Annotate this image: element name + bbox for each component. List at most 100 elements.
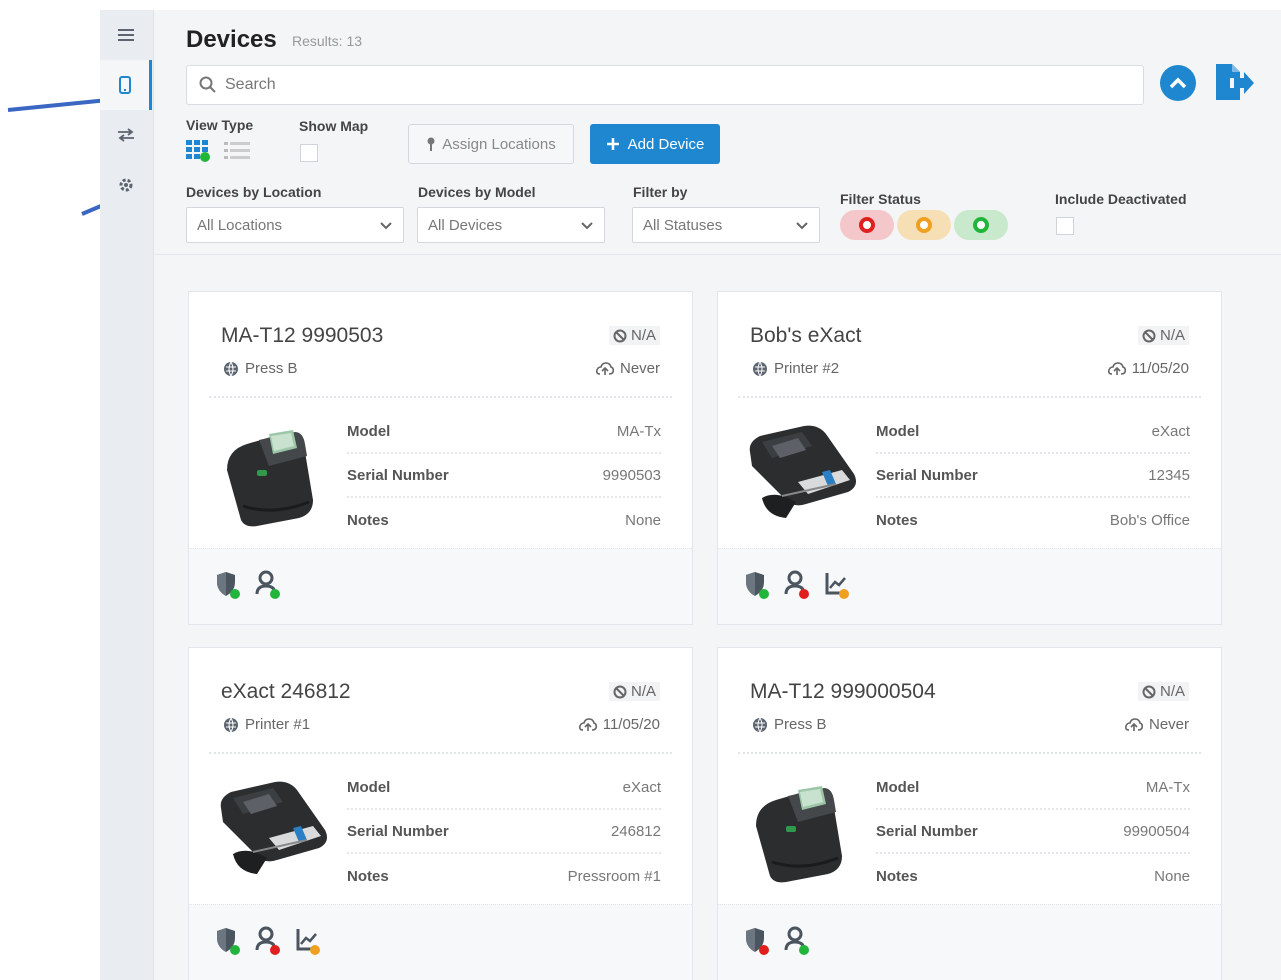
blocked-icon: [613, 685, 627, 698]
shield-icon[interactable]: [215, 569, 241, 599]
last-sync: Never: [1124, 716, 1189, 733]
sidebar-item-transfer[interactable]: [100, 110, 152, 160]
location-text: Press B: [245, 360, 298, 377]
chart-icon[interactable]: [295, 925, 321, 955]
property-label: Model: [347, 778, 391, 796]
sidebar-item-settings[interactable]: [100, 160, 152, 210]
include-deactivated-checkbox[interactable]: [1056, 217, 1074, 235]
user-icon[interactable]: [784, 569, 810, 599]
property-row-notes: Notes None: [347, 498, 661, 542]
property-label: Serial Number: [347, 822, 449, 840]
property-row-model: Model MA-Tx: [876, 766, 1190, 810]
filter-status-label: Filter Status: [840, 191, 921, 207]
device-name[interactable]: Bob's eXact: [750, 324, 861, 348]
property-label: Notes: [876, 511, 918, 529]
status-filter-orange[interactable]: [897, 210, 951, 240]
device-name[interactable]: MA-T12 999000504: [750, 680, 936, 704]
user-icon[interactable]: [784, 925, 810, 955]
chevron-up-icon: [1169, 77, 1187, 89]
status-filter-green[interactable]: [954, 210, 1008, 240]
page-title: Devices: [186, 26, 277, 53]
serial-value: 99900504: [1123, 822, 1190, 840]
add-device-button[interactable]: Add Device: [590, 124, 720, 164]
search-input[interactable]: [225, 76, 1125, 94]
property-label: Model: [347, 422, 391, 440]
scroll-up-button[interactable]: [1160, 65, 1196, 101]
shield-icon[interactable]: [215, 925, 241, 955]
property-label: Notes: [876, 867, 918, 885]
shield-icon[interactable]: [744, 569, 770, 599]
location-text: Printer #2: [774, 360, 840, 377]
serial-value: 12345: [1148, 466, 1190, 484]
status-badge: N/A: [1137, 326, 1189, 345]
property-label: Notes: [347, 511, 389, 529]
device-location: Printer #1: [223, 716, 310, 733]
show-map-checkbox[interactable]: [300, 144, 318, 162]
status-select-value: All Statuses: [643, 216, 723, 234]
status-select[interactable]: All Statuses: [632, 207, 820, 243]
globe-icon: [224, 717, 238, 732]
add-device-label: Add Device: [627, 135, 705, 153]
device-card[interactable]: MA-T12 9990503 N/A Press B Never Model M…: [188, 291, 693, 625]
status-badge: N/A: [608, 682, 660, 701]
globe-icon: [224, 361, 238, 376]
notes-value: Bob's Office: [1109, 511, 1190, 529]
blocked-icon: [1142, 329, 1156, 342]
device-properties: Model eXact Serial Number 246812 Notes P…: [347, 766, 661, 898]
user-icon[interactable]: [255, 925, 281, 955]
device-name[interactable]: eXact 246812: [221, 680, 351, 704]
model-select[interactable]: All Devices: [417, 207, 605, 243]
globe-icon: [753, 717, 767, 732]
property-label: Model: [876, 778, 920, 796]
notes-value: Pressroom #1: [567, 867, 661, 885]
device-name[interactable]: MA-T12 9990503: [221, 324, 383, 348]
model-value: MA-Tx: [616, 422, 661, 440]
show-map-label: Show Map: [299, 118, 369, 134]
device-properties: Model eXact Serial Number 12345 Notes Bo…: [876, 410, 1190, 542]
status-badge: N/A: [1137, 682, 1189, 701]
divider: [209, 396, 672, 398]
search-bar[interactable]: [186, 65, 1144, 105]
list-view-icon[interactable]: [224, 140, 250, 162]
user-icon[interactable]: [255, 569, 281, 599]
sidebar-item-devices[interactable]: [100, 60, 152, 110]
model-select-value: All Devices: [428, 216, 503, 234]
device-properties: Model MA-Tx Serial Number 9990503 Notes …: [347, 410, 661, 542]
assign-locations-button[interactable]: Assign Locations: [408, 124, 574, 164]
filter-by-label: Filter by: [633, 184, 688, 200]
device-icon: [118, 76, 131, 94]
chevron-down-icon: [581, 222, 593, 230]
location-select[interactable]: All Locations: [186, 207, 404, 243]
device-properties: Model MA-Tx Serial Number 99900504 Notes…: [876, 766, 1190, 898]
transfer-icon: [118, 128, 134, 142]
location-text: Printer #1: [245, 716, 311, 733]
sync-text: Never: [1148, 716, 1189, 733]
property-row-model: Model eXact: [876, 410, 1190, 454]
status-text: N/A: [630, 327, 656, 344]
device-card[interactable]: MA-T12 999000504 N/A Press B Never Model…: [717, 647, 1222, 980]
status-text: N/A: [630, 683, 656, 700]
menu-icon[interactable]: [100, 10, 152, 60]
device-card[interactable]: Bob's eXact N/A Printer #2 11/05/20 Mode…: [717, 291, 1222, 625]
property-label: Serial Number: [876, 466, 978, 484]
property-row-serial: Serial Number 246812: [347, 810, 661, 854]
assign-locations-label: Assign Locations: [442, 135, 556, 153]
gear-icon: [119, 178, 133, 192]
device-card[interactable]: eXact 246812 N/A Printer #1 11/05/20 Mod…: [188, 647, 693, 980]
status-filter-red[interactable]: [840, 210, 894, 240]
results-count: Results: 13: [292, 33, 363, 49]
card-footer: [189, 548, 692, 624]
divider: [209, 752, 672, 754]
property-row-serial: Serial Number 12345: [876, 454, 1190, 498]
cloud-upload-icon: [1107, 361, 1126, 375]
divider: [738, 752, 1201, 754]
cloud-upload-icon: [1124, 717, 1143, 731]
property-row-serial: Serial Number 9990503: [347, 454, 661, 498]
main-area: Devices Results: 13 View Type Show Map: [154, 10, 1281, 980]
chart-icon[interactable]: [824, 569, 850, 599]
property-row-model: Model eXact: [347, 766, 661, 810]
shield-icon[interactable]: [744, 925, 770, 955]
export-icon[interactable]: [1212, 62, 1254, 102]
grid-view-icon[interactable]: [186, 140, 210, 162]
red-status-ring: [859, 217, 875, 233]
